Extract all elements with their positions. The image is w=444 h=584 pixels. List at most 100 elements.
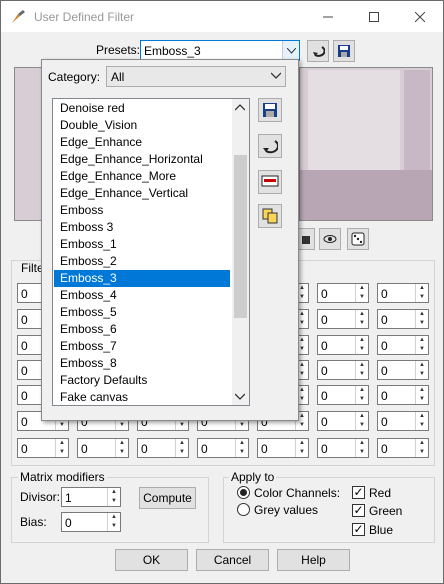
filter-cell-updown[interactable]: ▲▼ <box>55 439 68 457</box>
preset-list-item[interactable]: Emboss_8 <box>54 355 230 372</box>
filter-cell-updown[interactable]: ▲▼ <box>415 361 428 379</box>
preset-list-item[interactable]: Emboss_6 <box>54 321 230 338</box>
eye-button[interactable] <box>319 228 341 250</box>
preset-list-item[interactable]: Emboss 3 <box>54 219 230 236</box>
filter-cell-r4-c7[interactable]: 0 ▲ ▼ <box>377 360 429 380</box>
filter-cell-updown[interactable]: ▲▼ <box>355 336 368 354</box>
filter-cell-r1-c6[interactable]: 0 ▲ ▼ <box>317 283 369 303</box>
filter-cell-r4-c6[interactable]: 0 ▲ ▼ <box>317 360 369 380</box>
preset-list-item[interactable]: Edge_Enhance_More <box>54 168 230 185</box>
maximize-button[interactable] <box>351 1 397 32</box>
filter-cell-updown[interactable]: ▲▼ <box>115 439 128 457</box>
filter-cell-updown[interactable]: ▲▼ <box>355 361 368 379</box>
filter-cell-updown[interactable]: ▲▼ <box>415 386 428 404</box>
filter-cell-r6-c6[interactable]: 0 ▲ ▼ <box>317 411 369 431</box>
preset-list-item[interactable]: Denoise red <box>54 100 230 117</box>
filter-cell-r2-c7[interactable]: 0 ▲ ▼ <box>377 309 429 329</box>
filter-cell-value: 0 <box>321 313 328 327</box>
filter-cell-r7-c1[interactable]: 0 ▲ ▼ <box>17 438 69 458</box>
title-bar[interactable]: User Defined Filter <box>1 1 443 32</box>
preset-list-item[interactable]: Emboss <box>54 202 230 219</box>
grey-values-radio[interactable] <box>237 503 250 516</box>
zoom-button[interactable] <box>297 228 315 250</box>
green-checkbox[interactable]: ✓ <box>352 504 365 517</box>
preset-list-item[interactable]: Fake canvas <box>54 389 230 405</box>
divisor-updown[interactable]: ▲ ▼ <box>107 488 120 506</box>
preset-list-item[interactable]: Edge_Enhance_Vertical <box>54 185 230 202</box>
filter-cell-updown[interactable]: ▲▼ <box>415 310 428 328</box>
filter-cell-updown[interactable]: ▲▼ <box>415 412 428 430</box>
chevron-down-icon[interactable] <box>282 41 299 60</box>
chevron-down-icon[interactable] <box>271 69 281 83</box>
category-dropdown[interactable]: All <box>106 66 286 87</box>
randomize-button[interactable] <box>347 228 369 250</box>
color-channels-radio[interactable] <box>237 486 250 499</box>
filter-cell-updown[interactable]: ▲▼ <box>235 439 248 457</box>
save-preset-button[interactable] <box>333 40 355 62</box>
filter-cell-value: 0 <box>321 339 328 353</box>
presets-dropdown[interactable]: Emboss_3 <box>140 40 300 61</box>
preset-list-item[interactable]: Emboss_4 <box>54 287 230 304</box>
filter-cell-r7-c5[interactable]: 0 ▲ ▼ <box>257 438 309 458</box>
preset-list-item[interactable]: Edge_Enhance_Horizontal <box>54 151 230 168</box>
preset-list-item[interactable]: Emboss_5 <box>54 304 230 321</box>
green-label: Green <box>369 504 403 518</box>
presets-label: Presets: <box>96 43 141 57</box>
preset-list-item[interactable]: Emboss_7 <box>54 338 230 355</box>
bias-stepper[interactable]: 0 ▲ ▼ <box>61 512 121 532</box>
bias-updown[interactable]: ▲ ▼ <box>107 513 120 531</box>
close-button[interactable] <box>397 1 443 32</box>
filter-cell-value: 0 <box>381 364 388 378</box>
preset-list-item[interactable]: Double_Vision <box>54 117 230 134</box>
filter-cell-updown[interactable]: ▲▼ <box>355 284 368 302</box>
popup-reset-button[interactable] <box>258 134 282 158</box>
preset-list-item[interactable]: Emboss_1 <box>54 236 230 253</box>
filter-cell-r7-c7[interactable]: 0 ▲ ▼ <box>377 438 429 458</box>
filter-cell-r5-c7[interactable]: 0 ▲ ▼ <box>377 385 429 405</box>
help-button[interactable]: Help <box>277 549 350 571</box>
filter-cell-updown[interactable]: ▲▼ <box>295 439 308 457</box>
popup-rename-button[interactable] <box>258 170 282 194</box>
scroll-up-arrow-icon[interactable] <box>235 103 245 111</box>
minimize-button[interactable] <box>305 1 351 32</box>
filter-cell-r5-c6[interactable]: 0 ▲ ▼ <box>317 385 369 405</box>
filter-cell-updown[interactable]: ▲▼ <box>415 336 428 354</box>
preset-list[interactable]: Denoise red Double_Vision Edge_Enhance Edge… <box>52 98 250 406</box>
filter-cell-r3-c7[interactable]: 0 ▲ ▼ <box>377 335 429 355</box>
reset-preset-button[interactable] <box>307 40 329 62</box>
preset-list-item[interactable]: Emboss_2 <box>54 253 230 270</box>
filter-cell-r7-c3[interactable]: 0 ▲ ▼ <box>137 438 189 458</box>
filter-cell-r3-c6[interactable]: 0 ▲ ▼ <box>317 335 369 355</box>
maximize-icon <box>369 11 379 22</box>
compute-button[interactable]: Compute <box>139 487 196 509</box>
scroll-down-arrow-icon[interactable] <box>235 393 245 401</box>
filter-cell-r7-c2[interactable]: 0 ▲ ▼ <box>77 438 129 458</box>
popup-save-button[interactable] <box>258 98 282 122</box>
filter-cell-r7-c6[interactable]: 0 ▲ ▼ <box>317 438 369 458</box>
preset-list-item[interactable]: Factory Defaults <box>54 372 230 389</box>
filter-cell-updown[interactable]: ▲▼ <box>175 439 188 457</box>
scrollbar-thumb[interactable] <box>234 155 247 318</box>
blue-checkbox[interactable]: ✓ <box>352 523 365 536</box>
category-label: Category: <box>48 70 101 84</box>
popup-copy-button[interactable] <box>258 204 282 228</box>
divisor-stepper[interactable]: 1 ▲ ▼ <box>61 487 121 507</box>
filter-cell-r6-c7[interactable]: 0 ▲ ▼ <box>377 411 429 431</box>
cancel-button[interactable]: Cancel <box>196 549 269 571</box>
filter-cell-updown[interactable]: ▲▼ <box>355 386 368 404</box>
filter-cell-updown[interactable]: ▲▼ <box>355 412 368 430</box>
bias-value: 0 <box>65 516 72 530</box>
preset-list-item[interactable]: Edge_Enhance <box>54 134 230 151</box>
filter-cell-r2-c6[interactable]: 0 ▲ ▼ <box>317 309 369 329</box>
filter-cell-updown[interactable]: ▲▼ <box>415 439 428 457</box>
filter-cell-updown[interactable]: ▲▼ <box>355 439 368 457</box>
filter-cell-updown[interactable]: ▲▼ <box>355 310 368 328</box>
preset-list-item[interactable]: Emboss_3 <box>54 270 230 287</box>
save-icon <box>338 45 350 57</box>
ok-button[interactable]: OK <box>115 549 188 571</box>
preset-list-scrollbar[interactable] <box>232 99 249 405</box>
filter-cell-updown[interactable]: ▲▼ <box>415 284 428 302</box>
filter-cell-r1-c7[interactable]: 0 ▲ ▼ <box>377 283 429 303</box>
filter-cell-r7-c4[interactable]: 0 ▲ ▼ <box>197 438 249 458</box>
red-checkbox[interactable]: ✓ <box>352 486 365 499</box>
